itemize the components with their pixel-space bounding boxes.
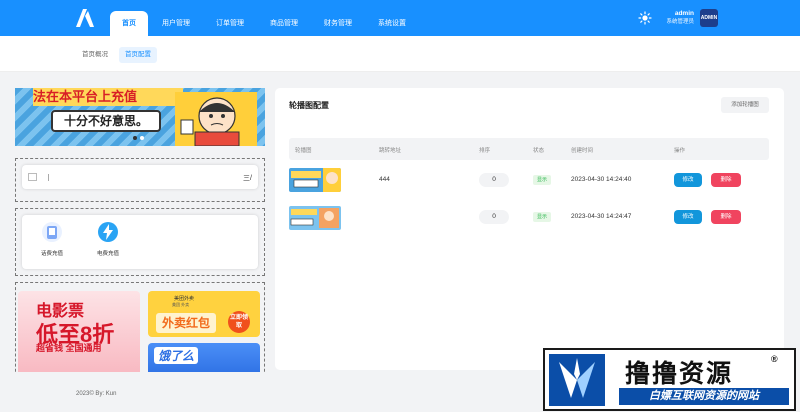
app-logo[interactable] — [74, 8, 96, 28]
promo-movie-sub: 超省钱 全国通用 — [36, 343, 102, 353]
carousel-thumbnail[interactable] — [289, 206, 341, 230]
table-header: 轮播图 跳转地址 排序 状态 创建时间 操作 — [289, 138, 769, 160]
broken-image-icon — [28, 173, 37, 181]
nav-order-management[interactable]: 订单管理 — [216, 11, 244, 36]
created-time: 2023-04-30 14:24:40 — [571, 176, 632, 183]
tab-home-config[interactable]: 首页配置 — [119, 47, 157, 63]
column-header: 操作 — [674, 148, 686, 154]
promo-third-title: 饿了么 — [154, 347, 199, 364]
promo-eleme[interactable]: 饿了么 — [148, 343, 260, 372]
menu-grid: 话费充值 电费充值 — [22, 215, 258, 269]
user-role: 系统管理员 — [666, 19, 694, 25]
user-name: admin — [674, 10, 694, 17]
menu-item-label: 电费充值 — [96, 251, 119, 257]
delete-button[interactable]: 删除 — [711, 210, 741, 224]
delete-button[interactable]: 删除 — [711, 173, 741, 187]
column-header: 跳转地址 — [379, 148, 402, 154]
sub-navigation-bar: 首页概况 首页配置 — [0, 36, 800, 72]
theme-toggle-sun-icon[interactable] — [638, 11, 652, 25]
link-cell: 444 — [379, 176, 390, 183]
edit-button[interactable]: 修改 — [674, 210, 702, 224]
edit-button[interactable]: 修改 — [674, 173, 702, 187]
nav-system-settings[interactable]: 系统设置 — [378, 11, 406, 36]
created-time: 2023-04-30 14:24:47 — [571, 213, 632, 220]
nav-product-management[interactable]: 商品管理 — [270, 11, 298, 36]
table-row: 0 显示 2023-04-30 14:24:47 修改 删除 — [289, 201, 769, 235]
phone-recharge-icon — [42, 222, 62, 242]
preview-banner[interactable]: 法在本平台上充值 十分不好意思。 — [15, 88, 265, 146]
status-badge: 显示 — [533, 175, 551, 185]
divider — [48, 174, 49, 181]
watermark-slogan: 白嫖互联网资源的网站 — [619, 388, 789, 405]
electric-recharge-icon — [98, 222, 118, 242]
menu-item-electric-recharge[interactable]: 电费充值 — [90, 221, 126, 257]
promo-movie-ticket[interactable]: 电影票 低至8折 超省钱 全国通用 — [18, 291, 140, 372]
banner-cartoon-image — [175, 92, 257, 146]
carousel-config-panel: 轮播图配置 添加轮播图 轮播图 跳转地址 排序 状态 创建时间 操作 444 0… — [275, 88, 784, 370]
nav-finance-management[interactable]: 财务管理 — [324, 11, 352, 36]
main-nav: 首页 用户管理 订单管理 商品管理 财务管理 系统设置 — [110, 11, 432, 36]
watermark-title: 撸撸资源 — [625, 360, 734, 388]
column-header: 状态 — [533, 148, 545, 154]
promo-food-button[interactable]: 立即领取 — [228, 311, 250, 333]
status-badge: 显示 — [533, 212, 551, 222]
watermark-registered: ® — [771, 354, 778, 364]
watermark-overlay: 撸撸资源 ® 白嫖互联网资源的网站 — [543, 348, 796, 411]
banner-pagination — [133, 136, 144, 140]
sort-input[interactable]: 0 — [479, 210, 509, 224]
table-row: 444 0 显示 2023-04-30 14:24:40 修改 删除 — [289, 164, 769, 198]
tab-home-overview[interactable]: 首页概况 — [76, 47, 114, 63]
menu-block[interactable]: 话费充值 电费充值 — [15, 208, 265, 276]
add-carousel-button[interactable]: 添加轮播图 — [721, 97, 769, 113]
watermark-logo-icon — [549, 354, 605, 406]
column-header: 创建时间 — [571, 148, 594, 154]
mobile-preview: 法在本平台上充值 十分不好意思。 三/ 话费充值 电费充值 电影票 低至8折 超… — [15, 88, 265, 372]
notice-text: 三/ — [243, 175, 252, 182]
column-header: 轮播图 — [295, 148, 312, 154]
user-info[interactable]: admin 系统管理员 — [660, 10, 694, 26]
promo-block[interactable]: 电影票 低至8折 超省钱 全国通用 美团外卖 美团 外卖 外卖红包 立即领取 饿… — [15, 282, 265, 372]
banner-headline: 法在本平台上充值 — [33, 88, 183, 106]
avatar[interactable]: ADMIN — [700, 9, 718, 27]
notice-block[interactable]: 三/ — [15, 158, 265, 202]
promo-takeout[interactable]: 美团外卖 美团 外卖 外卖红包 立即领取 — [148, 291, 260, 337]
panel-title: 轮播图配置 — [289, 101, 329, 110]
promo-food-brand: 美团外卖 — [174, 296, 195, 302]
promo-food-title: 外卖红包 — [156, 313, 216, 333]
footer-copyright: 2023© By: Kun — [76, 391, 117, 397]
notice-bar: 三/ — [22, 165, 258, 189]
banner-subline: 十分不好意思。 — [51, 110, 161, 132]
menu-item-phone-recharge[interactable]: 话费充值 — [34, 221, 70, 257]
sort-input[interactable]: 0 — [479, 173, 509, 187]
column-header: 排序 — [479, 148, 491, 154]
promo-food-brand-sub: 美团 外卖 — [172, 302, 190, 307]
top-navigation-bar: 首页 用户管理 订单管理 商品管理 财务管理 系统设置 admin 系统管理员 … — [0, 0, 800, 36]
nav-user-management[interactable]: 用户管理 — [162, 11, 190, 36]
nav-home[interactable]: 首页 — [110, 11, 148, 36]
menu-item-label: 话费充值 — [40, 251, 63, 257]
carousel-thumbnail[interactable] — [289, 168, 341, 192]
